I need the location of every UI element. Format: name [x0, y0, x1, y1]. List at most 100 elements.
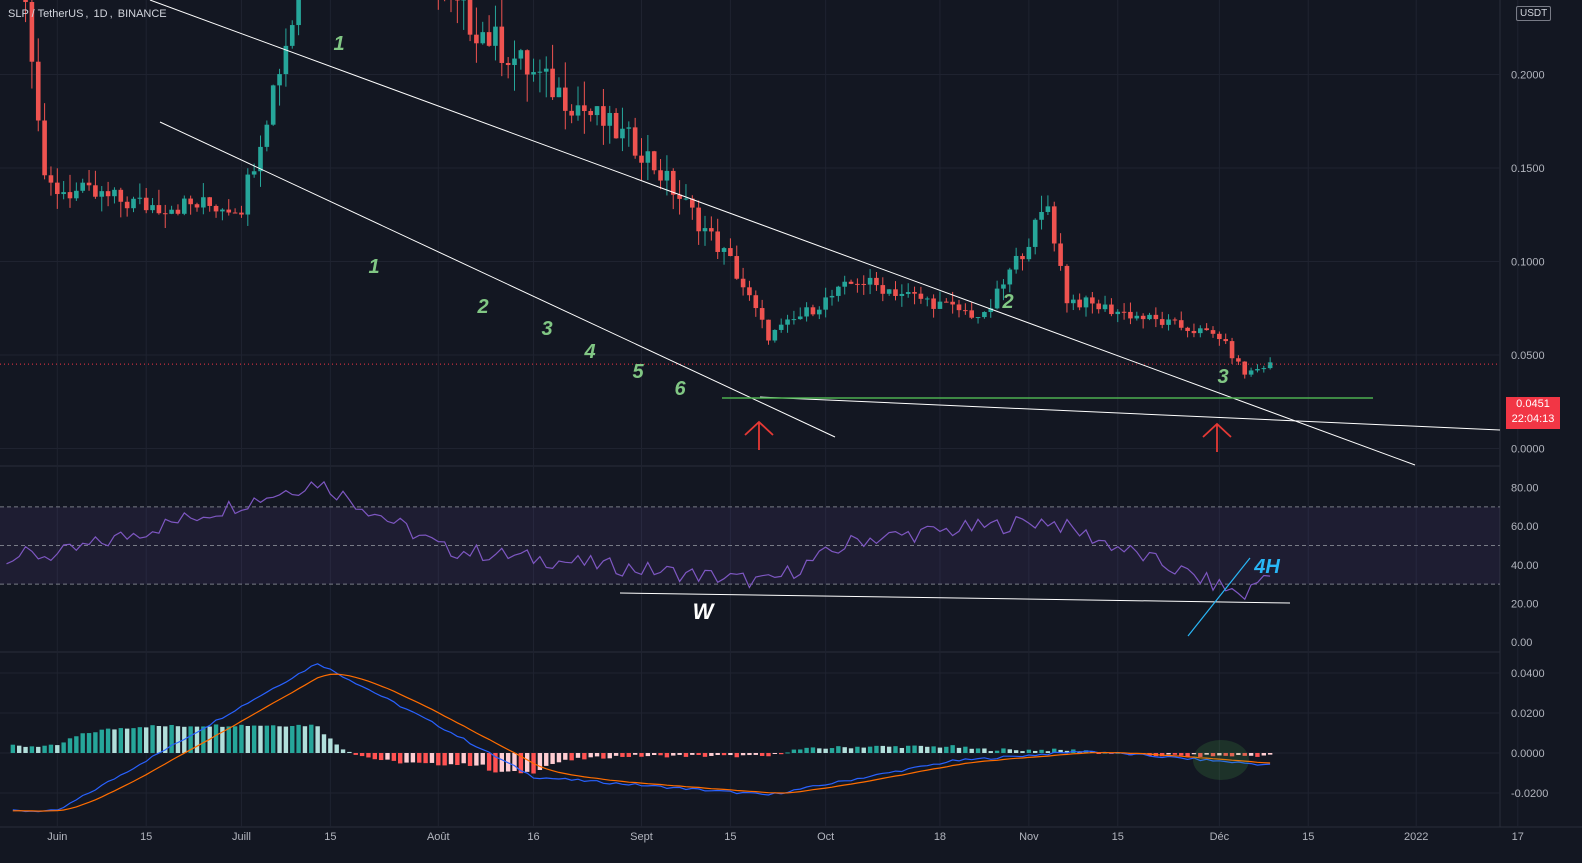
- macd-hist-bar: [830, 748, 834, 753]
- macd-hist-bar: [563, 753, 567, 760]
- macd-hist-bar: [881, 746, 885, 753]
- candle-body: [1077, 300, 1082, 308]
- macd-hist-bar: [398, 753, 402, 763]
- price-tick-label: 0.1500: [1511, 163, 1545, 175]
- candle-body: [1096, 303, 1101, 309]
- macd-hist-bar: [449, 753, 453, 764]
- macd-hist-bar: [246, 726, 250, 753]
- macd-hist-bar: [944, 747, 948, 753]
- x-tick-label: Juill: [232, 831, 251, 843]
- candle-body: [112, 190, 117, 196]
- candle-body: [239, 213, 244, 215]
- macd-hist-bar: [862, 748, 866, 753]
- wave-label: 2: [1001, 291, 1013, 313]
- macd-hist-bar: [81, 733, 85, 753]
- macd-hist-bar: [1166, 753, 1170, 754]
- candle-body: [823, 297, 828, 309]
- x-tick-label: Nov: [1019, 831, 1039, 843]
- macd-highlight-circle: [1193, 740, 1249, 780]
- macd-hist-bar: [690, 753, 694, 755]
- candle-body: [1084, 297, 1089, 307]
- macd-hist-bar: [30, 746, 34, 753]
- macd-hist-bar: [17, 746, 21, 753]
- candle-body: [544, 69, 549, 72]
- x-tick-label: 15: [1112, 831, 1124, 843]
- candle-body: [176, 210, 181, 214]
- candle-body: [747, 287, 752, 295]
- candle-body: [506, 63, 511, 65]
- macd-hist-bar: [341, 749, 345, 753]
- macd-hist-bar: [868, 747, 872, 753]
- macd-hist-bar: [925, 747, 929, 753]
- macd-hist-bar: [963, 747, 967, 753]
- candle-body: [792, 319, 797, 320]
- interval-label[interactable]: 1D: [94, 8, 108, 20]
- candle-body: [23, 0, 28, 2]
- candle-body: [1268, 362, 1273, 368]
- candle-body: [93, 185, 98, 196]
- macd-hist-bar: [1262, 753, 1266, 756]
- candle-body: [106, 191, 111, 196]
- candle-body: [474, 35, 479, 44]
- candle-body: [1173, 319, 1178, 320]
- macd-hist-bar: [677, 753, 681, 755]
- macd-hist-bar: [1020, 751, 1024, 753]
- candle-body: [811, 307, 816, 314]
- macd-hist-bar: [754, 753, 758, 755]
- candle-body: [1039, 212, 1044, 220]
- macd-hist-bar: [1027, 750, 1031, 753]
- candle-body: [976, 317, 981, 318]
- x-tick-label: 15: [724, 831, 736, 843]
- candle-body: [226, 210, 231, 213]
- macd-hist-bar: [487, 753, 491, 771]
- macd-hist-bar: [227, 726, 231, 753]
- up-arrow-marker: [745, 422, 773, 450]
- candle-body: [1160, 319, 1165, 325]
- macd-hist-bar: [347, 752, 351, 753]
- macd-hist-bar: [843, 747, 847, 753]
- candle-body: [290, 25, 295, 46]
- candle-body: [569, 111, 574, 116]
- candle-body: [525, 50, 530, 74]
- x-tick-label: Juin: [47, 831, 67, 843]
- macd-hist-bar: [315, 726, 319, 753]
- macd-hist-bar: [608, 753, 612, 758]
- candle-body: [500, 27, 505, 63]
- candle-body: [931, 298, 936, 308]
- candle-body: [874, 278, 879, 285]
- price-pane: [0, 0, 1500, 379]
- wave-label: 5: [632, 361, 644, 383]
- symbol-label[interactable]: SLP / TetherUS: [8, 8, 83, 20]
- macd-hist-bar: [684, 753, 688, 757]
- x-tick-label: 15: [324, 831, 336, 843]
- candle-body: [531, 72, 536, 74]
- wave-label: 2: [476, 296, 488, 318]
- macd-hist-bar: [995, 751, 999, 753]
- macd-hist-bar: [36, 747, 40, 753]
- x-tick-label: 15: [1302, 831, 1314, 843]
- wave-label: 6: [674, 378, 686, 400]
- candle-body: [493, 27, 498, 46]
- macd-hist-bar: [785, 752, 789, 753]
- macd-hist-bar: [703, 753, 707, 757]
- last-price-tag: 0.0451 22:04:13: [1506, 397, 1560, 429]
- candle-body: [766, 320, 771, 341]
- macd-hist-bar: [385, 753, 389, 760]
- candle-body: [519, 50, 524, 58]
- macd-hist-bar: [671, 753, 675, 756]
- macd-hist-bar: [1014, 750, 1018, 753]
- macd-hist-bar: [74, 736, 78, 753]
- macd-hist-bar: [544, 753, 548, 766]
- candle-body: [99, 191, 104, 197]
- candle-body: [1128, 312, 1133, 319]
- candle-body: [68, 192, 73, 198]
- candle-body: [1147, 315, 1152, 319]
- candle-body: [1185, 328, 1190, 331]
- macd-hist-bar: [468, 753, 472, 766]
- x-tick-label: 18: [934, 831, 946, 843]
- macd-hist-bar: [87, 733, 91, 753]
- candle-body: [652, 151, 657, 170]
- candle-body: [1109, 305, 1114, 315]
- currency-label[interactable]: USDT: [1516, 6, 1551, 21]
- candle-body: [995, 289, 1000, 309]
